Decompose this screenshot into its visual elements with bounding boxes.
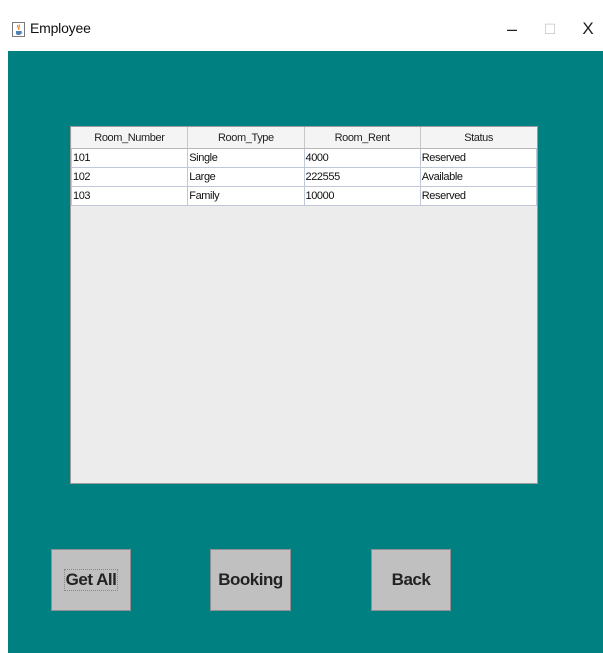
- java-cup-icon: [12, 22, 25, 37]
- cell-room-type[interactable]: Large: [187, 167, 305, 187]
- cell-status[interactable]: Available: [419, 167, 538, 187]
- cell-room-type[interactable]: Single: [187, 148, 305, 168]
- get-all-label: Get All: [63, 569, 119, 591]
- booking-button[interactable]: Booking: [210, 549, 291, 611]
- close-button[interactable]: X: [573, 16, 603, 42]
- back-label: Back: [391, 570, 431, 589]
- booking-label: Booking: [218, 570, 283, 589]
- room-table[interactable]: Room_Number Room_Type Room_Rent Status 1…: [70, 127, 538, 206]
- cell-status[interactable]: Reserved: [419, 186, 538, 206]
- get-all-button[interactable]: Get All: [51, 549, 131, 611]
- cell-room-rent[interactable]: 222555: [303, 167, 421, 187]
- table-row[interactable]: 102 Large 222555 Available: [70, 167, 538, 187]
- minimize-button[interactable]: –: [497, 16, 527, 42]
- content-panel: Room_Number Room_Type Room_Rent Status 1…: [8, 51, 603, 653]
- maximize-button[interactable]: ☐: [535, 16, 565, 42]
- cell-room-number[interactable]: 101: [70, 148, 189, 168]
- header-room-number[interactable]: Room_Number: [71, 127, 189, 149]
- back-button[interactable]: Back: [371, 549, 451, 611]
- table-row[interactable]: 101 Single 4000 Reserved: [70, 148, 538, 168]
- cell-room-number[interactable]: 103: [70, 186, 189, 206]
- cell-room-type[interactable]: Family: [187, 186, 305, 206]
- cell-room-rent[interactable]: 10000: [303, 186, 421, 206]
- title-bar: Employee – ☐ X: [8, 8, 603, 51]
- cell-status[interactable]: Reserved: [419, 148, 538, 168]
- cell-room-rent[interactable]: 4000: [303, 148, 421, 168]
- window-title: Employee: [30, 20, 91, 36]
- header-room-rent[interactable]: Room_Rent: [304, 127, 421, 149]
- header-room-type[interactable]: Room_Type: [187, 127, 305, 149]
- table-row[interactable]: 103 Family 10000 Reserved: [70, 186, 538, 206]
- header-status[interactable]: Status: [420, 127, 537, 149]
- room-table-scrollpane[interactable]: Room_Number Room_Type Room_Rent Status 1…: [70, 126, 538, 484]
- table-header-row: Room_Number Room_Type Room_Rent Status: [71, 127, 537, 149]
- cell-room-number[interactable]: 102: [70, 167, 189, 187]
